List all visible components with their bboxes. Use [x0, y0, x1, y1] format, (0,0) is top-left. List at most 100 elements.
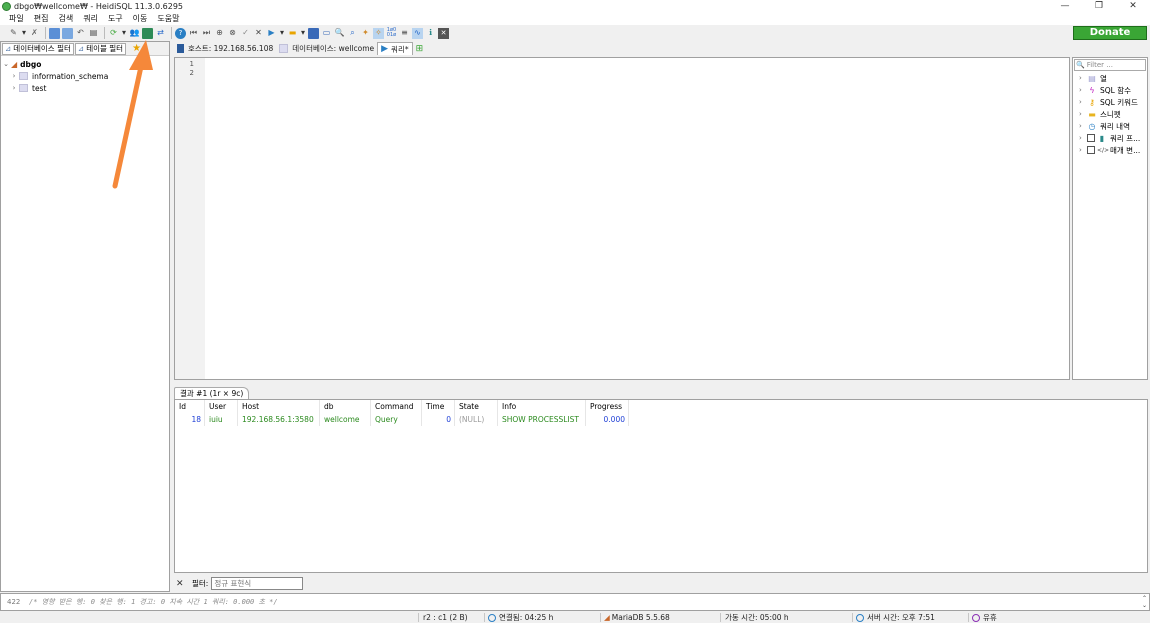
- find-icon[interactable]: 🔍: [334, 28, 345, 39]
- menu-search[interactable]: 검색: [53, 13, 78, 24]
- replace-icon[interactable]: ⌕: [347, 28, 358, 39]
- table-filter-tab[interactable]: ⊿ 테이블 필터: [74, 42, 127, 55]
- column-header-state[interactable]: State: [455, 400, 498, 413]
- user-manager-icon[interactable]: 👥: [129, 28, 140, 39]
- menu-tools[interactable]: 도구: [103, 13, 128, 24]
- expand-chevron-icon[interactable]: ›: [1079, 86, 1087, 94]
- tab-database[interactable]: 데이터베이스: wellcome: [276, 42, 377, 55]
- scroll-down-icon[interactable]: ⌄: [1142, 602, 1147, 609]
- menu-query[interactable]: 쿼리: [78, 13, 103, 24]
- column-header-progress[interactable]: Progress: [586, 400, 629, 413]
- scroll-up-icon[interactable]: ⌃: [1142, 595, 1147, 602]
- log-scrollbar[interactable]: ⌃ ⌄: [1142, 595, 1147, 609]
- dropdown-arrow-icon[interactable]: ▾: [300, 28, 306, 39]
- helper-sql-functions[interactable]: › ϟ SQL 함수: [1073, 84, 1147, 96]
- helpers-filter-input[interactable]: 🔍 Filter ...: [1074, 59, 1146, 71]
- helper-bind-params[interactable]: › </> 매개 변...: [1073, 144, 1147, 156]
- expand-chevron-icon[interactable]: ›: [1079, 146, 1087, 154]
- help-icon[interactable]: ?: [175, 27, 186, 39]
- save-icon[interactable]: [308, 27, 319, 39]
- cell-db[interactable]: wellcome: [320, 413, 371, 426]
- first-icon[interactable]: ⏮: [188, 28, 199, 39]
- helper-query-profile[interactable]: › ▮ 쿼리 프...: [1073, 132, 1147, 144]
- expand-chevron-icon[interactable]: ›: [1079, 122, 1087, 130]
- cancel-icon[interactable]: ✕: [253, 28, 264, 39]
- table-row[interactable]: 18 iuiu 192.168.56.1:3580 wellcome Query…: [175, 413, 1147, 426]
- menu-help[interactable]: 도움말: [152, 13, 184, 24]
- add-row-icon[interactable]: ⊕: [214, 28, 225, 39]
- cell-user[interactable]: iuiu: [205, 413, 238, 426]
- cell-host[interactable]: 192.168.56.1:3580: [238, 413, 320, 426]
- column-header-host[interactable]: Host: [238, 400, 320, 413]
- tree-item-test[interactable]: › test: [1, 82, 169, 94]
- tab-host[interactable]: 호스트: 192.168.56.108: [174, 42, 276, 55]
- expand-chevron-icon[interactable]: ›: [1079, 98, 1087, 106]
- info-icon[interactable]: ℹ: [425, 28, 436, 39]
- params-checkbox[interactable]: [1087, 146, 1095, 154]
- sql-log[interactable]: 422 /* 영향 받은 행: 0 찾은 행: 1 경고: 0 지속 시간 1 …: [0, 593, 1150, 611]
- column-header-user[interactable]: User: [205, 400, 238, 413]
- cell-info[interactable]: SHOW PROCESSLIST: [498, 413, 586, 426]
- run-query-icon[interactable]: ▶: [266, 28, 277, 39]
- minimize-button[interactable]: —: [1048, 0, 1082, 12]
- print-icon[interactable]: ▤: [88, 28, 99, 39]
- helper-sql-keywords[interactable]: › ⚷ SQL 키워드: [1073, 96, 1147, 108]
- cell-state[interactable]: (NULL): [455, 413, 498, 426]
- expand-chevron-icon[interactable]: ›: [9, 72, 19, 80]
- column-header-db[interactable]: db: [320, 400, 371, 413]
- helper-query-history[interactable]: › ◷ 쿼리 내역: [1073, 120, 1147, 132]
- tab-query[interactable]: ▶ 쿼리*: [377, 42, 413, 55]
- close-window-button[interactable]: ✕: [1116, 0, 1150, 12]
- tree-item-information-schema[interactable]: › information_schema: [1, 70, 169, 82]
- open-folder-icon[interactable]: ▬: [287, 28, 298, 39]
- export-icon[interactable]: ⇄: [155, 28, 166, 39]
- favorites-star-icon[interactable]: ★: [132, 43, 141, 54]
- sql-editor[interactable]: 1 2: [174, 57, 1070, 380]
- restore-button[interactable]: ❐: [1082, 0, 1116, 12]
- save-as-icon[interactable]: ▭: [321, 28, 332, 39]
- tree-item-dbgo[interactable]: ⌄ ◢ dbgo: [1, 58, 169, 70]
- dropdown-arrow-icon[interactable]: ▾: [21, 28, 27, 39]
- column-header-command[interactable]: Command: [371, 400, 422, 413]
- last-icon[interactable]: ⏭: [201, 28, 212, 39]
- import-icon[interactable]: [142, 27, 153, 39]
- undo-icon[interactable]: ↶: [75, 28, 86, 39]
- expand-chevron-icon[interactable]: ›: [1079, 74, 1087, 82]
- post-icon[interactable]: ✓: [240, 28, 251, 39]
- expand-chevron-icon[interactable]: ›: [9, 84, 19, 92]
- profile-checkbox[interactable]: [1087, 134, 1095, 142]
- dropdown-arrow-icon[interactable]: ▾: [279, 28, 285, 39]
- menu-edit[interactable]: 편집: [29, 13, 54, 24]
- session-manager-icon[interactable]: ✎: [8, 28, 19, 39]
- close-filter-icon[interactable]: ✕: [176, 579, 186, 589]
- link-icon[interactable]: ∿: [412, 27, 423, 39]
- column-header-id[interactable]: Id: [175, 400, 205, 413]
- donate-button[interactable]: Donate: [1073, 26, 1147, 40]
- binary-mode-icon[interactable]: 1ø0 01ø: [386, 28, 397, 39]
- cell-progress[interactable]: 0.000: [586, 413, 629, 426]
- refresh-icon[interactable]: ⟳: [108, 28, 119, 39]
- cell-id[interactable]: 18: [175, 413, 205, 426]
- disconnect-icon[interactable]: ✗: [29, 28, 40, 39]
- column-header-time[interactable]: Time: [422, 400, 455, 413]
- helper-snippets[interactable]: › ▬ 스니펫: [1073, 108, 1147, 120]
- regex-filter-input[interactable]: [211, 577, 304, 590]
- dropdown-arrow-icon[interactable]: ▾: [121, 28, 127, 39]
- new-query-tab-button[interactable]: ⊞: [413, 42, 427, 55]
- delete-row-icon[interactable]: ⊗: [227, 28, 238, 39]
- wrap-icon[interactable]: ≡: [399, 28, 410, 39]
- menu-file[interactable]: 파일: [4, 13, 29, 24]
- cell-command[interactable]: Query: [371, 413, 422, 426]
- format-sql-icon[interactable]: ✧: [373, 27, 384, 39]
- expand-chevron-icon[interactable]: ›: [1079, 110, 1087, 118]
- collapse-chevron-icon[interactable]: ⌄: [1, 60, 11, 68]
- copy-icon[interactable]: [49, 27, 60, 39]
- database-filter-tab[interactable]: ⊿ 데이터베이스 필터: [2, 42, 74, 55]
- tab-result-1[interactable]: 결과 #1 (1r × 9c): [174, 387, 250, 399]
- paste-icon[interactable]: [62, 27, 73, 39]
- exit-icon[interactable]: ✕: [438, 27, 449, 39]
- result-grid[interactable]: Id User Host db Command Time State Info …: [174, 399, 1148, 573]
- clear-icon[interactable]: ✦: [360, 28, 371, 39]
- column-header-info[interactable]: Info: [498, 400, 586, 413]
- expand-chevron-icon[interactable]: ›: [1079, 134, 1087, 142]
